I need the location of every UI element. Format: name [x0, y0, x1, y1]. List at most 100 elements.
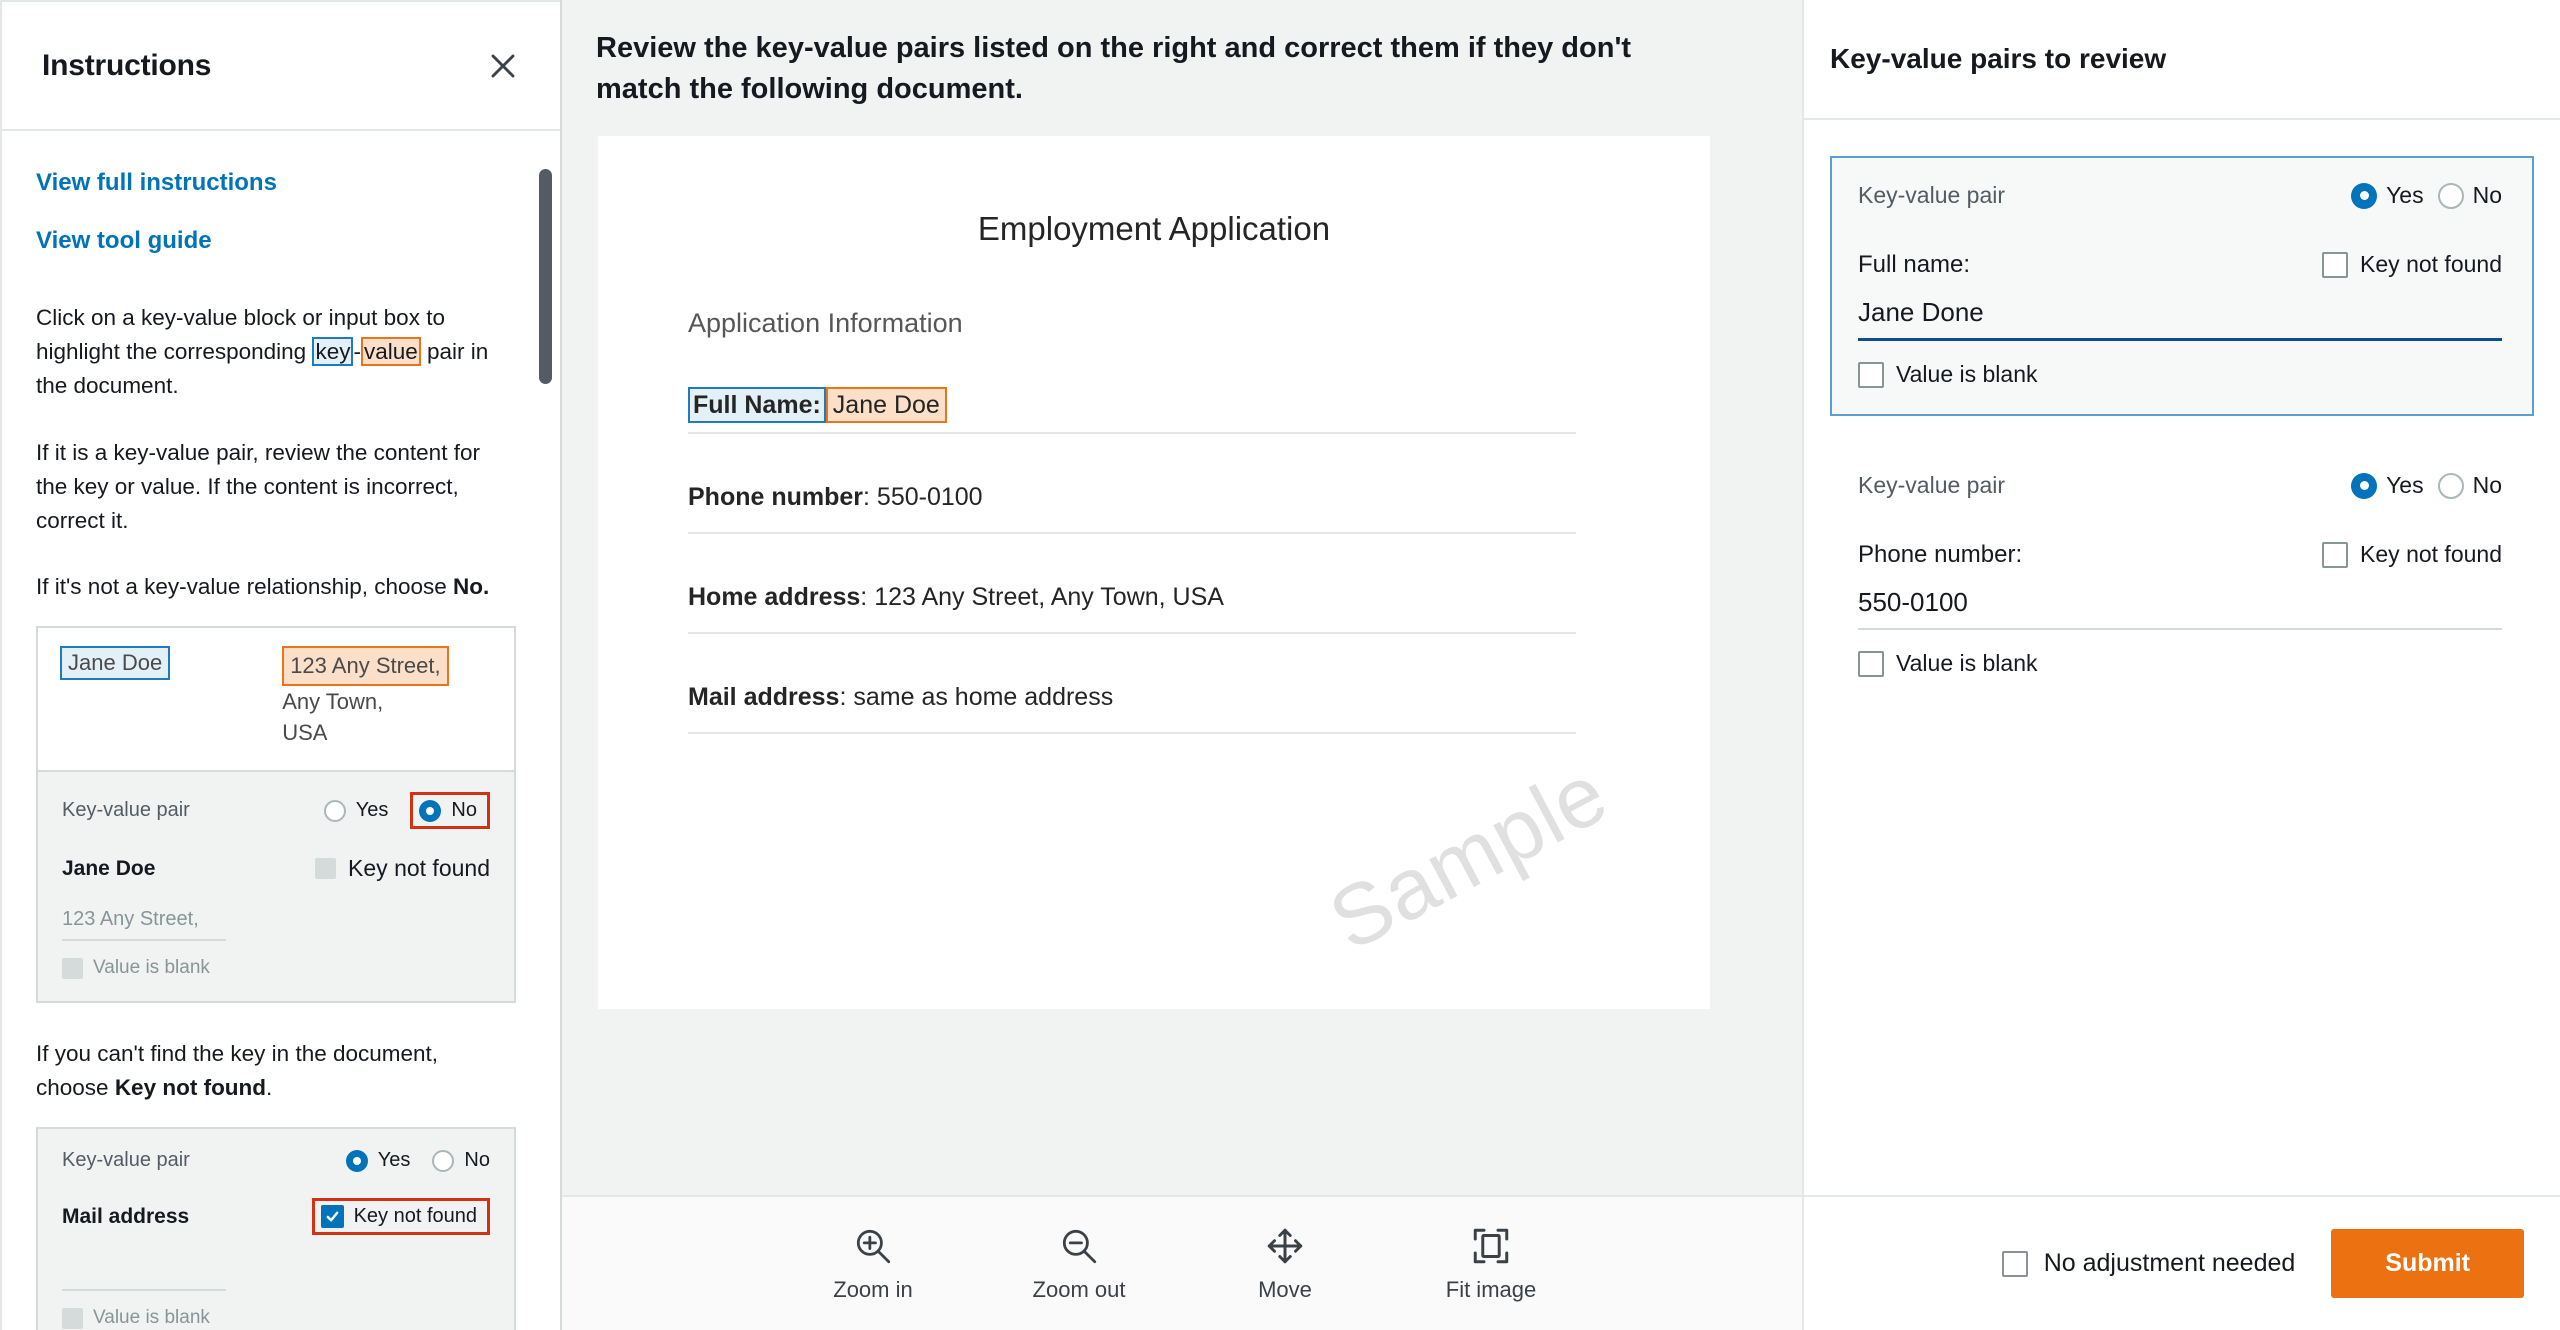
view-full-instructions-link[interactable]: View full instructions [36, 169, 516, 197]
kv-radio-yes-label-2: Yes [2386, 472, 2424, 498]
kv-pair-radio-group-2: Yes No [2351, 472, 2502, 499]
kv-radio-yes-control-2[interactable] [2351, 472, 2378, 499]
example-radio-yes[interactable] [323, 799, 346, 822]
example-radio-yes-label: Yes [355, 799, 389, 822]
example-card-no: Jane Doe 123 Any Street, Any Town, USA K… [36, 626, 516, 1004]
kv-radio-yes-2[interactable]: Yes [2351, 472, 2424, 499]
kv-value-input-1[interactable]: Jane Done [1858, 297, 2502, 341]
document-sep-phone: : [863, 483, 877, 512]
document-row-home-address[interactable]: Home address: 123 Any Street, Any Town, … [688, 583, 1576, 635]
document-sep-home: : [860, 583, 875, 612]
kv-pair-label-1: Key-value pair [1858, 182, 2006, 208]
example-radio-yes-2[interactable] [345, 1149, 368, 1172]
document-key-mail-address: Mail address [688, 683, 840, 712]
kv-radio-yes-1[interactable]: Yes [2351, 182, 2424, 209]
document-key-chip-full-name[interactable]: Full Name: [688, 387, 826, 424]
instructions-panel: Instructions View full instructions View… [0, 0, 562, 1330]
example-form-2: Key-value pair Yes No Mail address Key n… [38, 1129, 514, 1330]
kv-key-not-found-label-1: Key not found [2360, 251, 2502, 277]
kv-radio-no-control-2[interactable] [2437, 472, 2464, 499]
zoom-out-button[interactable]: Zoom out [1019, 1225, 1139, 1303]
kv-value-is-blank-2[interactable]: Value is blank [1858, 650, 2502, 677]
document-panel: Review the key-value pairs listed on the… [562, 0, 1802, 1330]
key-value-panel: Key-value pairs to review Key-value pair… [1802, 0, 2560, 1330]
document-viewport[interactable]: Employment Application Application Infor… [562, 136, 1802, 1195]
task-heading: Review the key-value pairs listed on the… [596, 32, 1632, 106]
example-key-not-found-label: Key not found [348, 855, 490, 882]
kv-value-is-blank-1[interactable]: Value is blank [1858, 361, 2502, 388]
example-radio-no[interactable] [419, 799, 442, 822]
close-icon[interactable] [480, 43, 526, 89]
example-value-is-blank[interactable]: Value is blank [62, 957, 490, 979]
kv-value-is-blank-checkbox-2[interactable] [1858, 650, 1884, 677]
document-value-home-address: 123 Any Street, Any Town, USA [874, 583, 1224, 612]
kv-radio-no-control-1[interactable] [2437, 182, 2464, 209]
document-sep-mail: : [839, 683, 854, 712]
example-key-name: Jane Doe [62, 856, 156, 880]
example-key-not-found-checkbox-2[interactable] [320, 1205, 344, 1229]
kv-key-not-found-checkbox-1[interactable] [2322, 251, 2349, 278]
document-value-chip-full-name[interactable]: Jane Doe [825, 387, 947, 424]
example-key-row: Jane Doe Key not found [62, 855, 490, 882]
instr-p4-part-b: . [266, 1075, 273, 1101]
image-toolbar: Zoom in Zoom out Move Fit image [562, 1195, 1802, 1330]
kv-key-name-1: Full name: [1858, 251, 1971, 278]
kv-key-not-found-checkbox-2[interactable] [2322, 541, 2349, 568]
view-tool-guide-link[interactable]: View tool guide [36, 227, 516, 255]
scrollbar-thumb[interactable] [539, 169, 552, 384]
instr-p3-bold: No. [453, 574, 490, 600]
example-kv-label-2: Key-value pair [62, 1149, 190, 1172]
document-value-mail-address: same as home address [853, 683, 1114, 712]
no-adjustment-needed-checkbox[interactable] [2001, 1250, 2028, 1277]
no-adjustment-needed[interactable]: No adjustment needed [2001, 1249, 2295, 1278]
example-value-input[interactable]: 123 Any Street, [62, 908, 226, 942]
kv-radio-no-label-1: No [2472, 182, 2502, 208]
example-kv-row-2: Key-value pair Yes No [62, 1149, 490, 1172]
document-section-heading: Application Information [688, 308, 963, 339]
document-row-full-name[interactable]: Full Name: Jane Doe [688, 387, 1576, 435]
document-page[interactable]: Employment Application Application Infor… [598, 136, 1710, 1010]
kv-value-is-blank-checkbox-1[interactable] [1858, 361, 1884, 388]
kv-radio-yes-label-1: Yes [2386, 182, 2424, 208]
sample-watermark: Sample [1315, 745, 1623, 970]
kv-radio-no-2[interactable]: No [2437, 472, 2502, 499]
example-doc-value-chip: 123 Any Street, [282, 646, 449, 686]
kv-key-not-found-1[interactable]: Key not found [2322, 251, 2502, 278]
example-value-is-blank-checkbox-2[interactable] [62, 1307, 83, 1329]
document-row-phone-number[interactable]: Phone number: 550-0100 [688, 483, 1576, 535]
kv-pair-question-row-1: Key-value pair Yes No [1858, 182, 2502, 209]
kv-key-row-2: Phone number: Key not found [1858, 541, 2502, 569]
key-value-panel-title: Key-value pairs to review [1830, 43, 2167, 74]
example-value-input-2[interactable] [62, 1261, 226, 1292]
kv-key-not-found-label-2: Key not found [2360, 541, 2502, 567]
submit-button[interactable]: Submit [2331, 1229, 2524, 1298]
zoom-in-button[interactable]: Zoom in [813, 1225, 933, 1303]
example-value-is-blank-2[interactable]: Value is blank [62, 1307, 490, 1329]
example-radio-no-2[interactable] [432, 1149, 455, 1172]
example-form: Key-value pair Yes No Jane Doe Key not f… [38, 770, 514, 1002]
kv-value-is-blank-label-2: Value is blank [1896, 650, 2038, 676]
example-kv-radios: Yes No [323, 792, 490, 830]
document-title: Employment Application [977, 210, 1331, 248]
kv-radio-yes-control-1[interactable] [2351, 182, 2378, 209]
kv-key-row-1: Full name: Key not found [1858, 251, 2502, 279]
key-value-panel-header: Key-value pairs to review [1804, 0, 2560, 120]
example-radio-no-label: No [451, 799, 477, 822]
example-key-not-found-checkbox[interactable] [315, 858, 337, 880]
instruction-paragraph-4: If you can't find the key in the documen… [36, 1037, 516, 1105]
fit-image-button[interactable]: Fit image [1431, 1225, 1551, 1303]
kv-radio-no-1[interactable]: No [2437, 182, 2502, 209]
move-button[interactable]: Move [1225, 1225, 1345, 1303]
zoom-out-label: Zoom out [1032, 1276, 1126, 1302]
key-value-card-phone-number[interactable]: Key-value pair Yes No Phone number: Key … [1830, 446, 2534, 705]
kv-key-not-found-2[interactable]: Key not found [2322, 541, 2502, 568]
document-row-mail-address[interactable]: Mail address: same as home address [688, 683, 1576, 735]
page-title: Instructions [42, 48, 212, 82]
example-kv-label: Key-value pair [62, 799, 190, 822]
key-highlight-chip: key [312, 337, 354, 367]
example-value-is-blank-checkbox[interactable] [62, 957, 83, 979]
kv-value-input-2[interactable]: 550-0100 [1858, 587, 2502, 630]
example-key-not-found[interactable]: Key not found [315, 855, 490, 882]
zoom-in-icon [852, 1225, 894, 1267]
key-value-card-full-name[interactable]: Key-value pair Yes No Full name: Key not… [1830, 156, 2534, 416]
